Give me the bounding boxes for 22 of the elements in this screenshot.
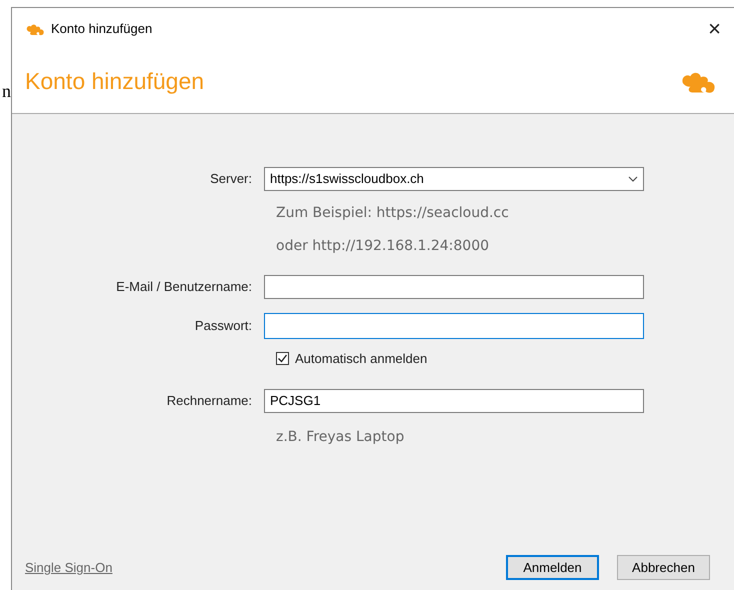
field-label: Passwort: xyxy=(194,317,253,336)
hint-text: oder http://192.168.1.24:8000 xyxy=(276,237,490,256)
dialog-button[interactable]: Anmelden xyxy=(506,555,599,580)
hint-text: Zum Beispiel: https://seacloud.cc xyxy=(276,204,510,223)
server-dropdown[interactable]: https://s1swisscloudbox.ch xyxy=(264,167,644,191)
close-button[interactable]: × xyxy=(708,18,721,40)
app-logo-icon xyxy=(25,22,45,36)
window-title: Konto hinzufügen xyxy=(51,20,152,38)
field-label: Server: xyxy=(209,170,253,188)
password-field[interactable] xyxy=(264,313,644,339)
field-label: Rechnername: xyxy=(166,392,253,410)
checkbox-label: Automatisch anmelden xyxy=(295,350,428,368)
single-sign-on-link[interactable]: Single Sign-On xyxy=(25,558,112,578)
header-title: Konto hinzufügen xyxy=(25,67,204,96)
email-field[interactable] xyxy=(264,275,644,299)
computer-name-field[interactable]: PCJSG1 xyxy=(264,388,644,412)
dialog-button[interactable]: Abbrechen xyxy=(617,555,710,580)
hint-text: z.B. Freyas Laptop xyxy=(276,428,406,446)
auto-login-checkbox[interactable] xyxy=(276,352,289,366)
background-text: n xyxy=(2,82,11,100)
field-label: E-Mail / Benutzername: xyxy=(115,278,253,296)
chevron-down-icon xyxy=(628,176,638,182)
